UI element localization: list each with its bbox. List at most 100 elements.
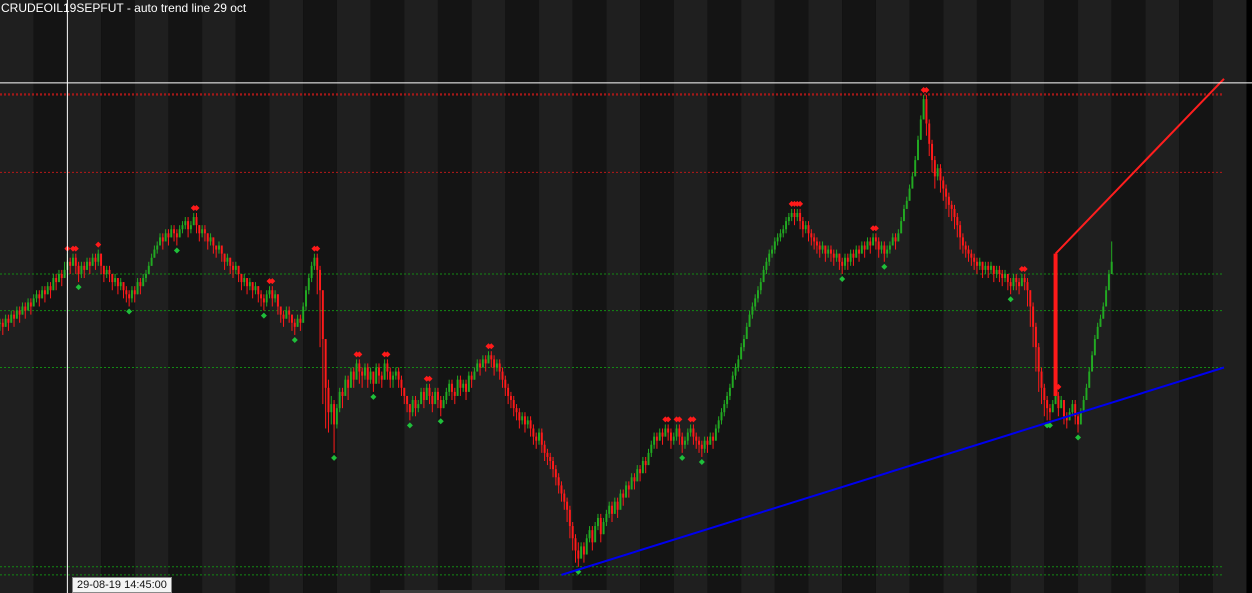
candle-up xyxy=(782,229,785,234)
candle-down xyxy=(341,391,344,396)
candle-down xyxy=(512,400,515,409)
candle-down xyxy=(992,265,995,274)
candle-up xyxy=(521,416,524,421)
session-band xyxy=(943,0,977,593)
candle-up xyxy=(737,359,740,368)
candle-up xyxy=(178,229,181,238)
candle-down xyxy=(18,310,21,315)
candle-down xyxy=(232,265,234,270)
candle-down xyxy=(1048,408,1051,413)
candle-down xyxy=(175,233,178,238)
candle-down xyxy=(262,298,265,303)
candle-down xyxy=(43,290,46,295)
candle-down xyxy=(698,440,701,445)
candle-up xyxy=(192,217,195,226)
candle-up xyxy=(650,444,653,453)
candle-down xyxy=(203,229,206,234)
candle-down xyxy=(251,282,254,291)
candle-down xyxy=(436,391,439,401)
candle-down xyxy=(102,265,105,274)
candle-down xyxy=(1015,278,1018,283)
candle-up xyxy=(613,501,616,514)
candle-up xyxy=(159,237,162,246)
price-chart[interactable] xyxy=(0,0,1252,593)
candle-up xyxy=(97,253,100,262)
candle-down xyxy=(139,282,142,287)
candle-up xyxy=(394,371,397,376)
candle-down xyxy=(529,420,532,429)
candle-down xyxy=(498,363,501,372)
candle-down xyxy=(206,233,209,242)
candle-up xyxy=(268,290,271,295)
candle-up xyxy=(686,432,689,441)
candle-up xyxy=(375,367,378,384)
session-band xyxy=(505,0,540,593)
candle-down xyxy=(223,253,226,262)
candle-down xyxy=(397,371,400,380)
candle-up xyxy=(1099,318,1102,327)
candle-down xyxy=(237,265,240,274)
candle-up xyxy=(209,237,212,242)
candle-down xyxy=(939,168,942,181)
candle-down xyxy=(403,387,406,396)
candle-up xyxy=(1004,273,1007,279)
candle-up xyxy=(1079,412,1082,425)
candle-down xyxy=(288,310,291,315)
candle-up xyxy=(473,371,476,380)
candle-down xyxy=(389,371,392,380)
candle-up xyxy=(765,261,768,270)
candle-up xyxy=(21,306,24,315)
candle-up xyxy=(526,420,529,425)
candle-up xyxy=(905,200,908,209)
candle-up xyxy=(456,379,459,396)
candle-down xyxy=(571,526,574,539)
candle-down xyxy=(793,212,796,218)
candle-down xyxy=(282,314,285,319)
candle-down xyxy=(669,432,672,441)
session-band xyxy=(0,0,34,593)
candle-down xyxy=(681,436,684,445)
candle-up xyxy=(392,375,395,380)
candle-down xyxy=(215,245,218,250)
candle-down xyxy=(970,253,973,258)
candle-down xyxy=(599,517,602,535)
candle-up xyxy=(703,440,706,449)
candle-up xyxy=(745,326,748,340)
candle-down xyxy=(88,261,91,266)
candle-up xyxy=(995,269,998,274)
candle-down xyxy=(832,253,835,258)
candle-up xyxy=(411,400,414,413)
candle-down xyxy=(240,273,243,283)
candle-down xyxy=(125,290,128,295)
candle-up xyxy=(602,522,605,535)
session-band xyxy=(134,0,169,593)
candle-up xyxy=(855,249,858,258)
candle-up xyxy=(773,241,776,250)
candle-up xyxy=(265,294,268,303)
candle-down xyxy=(333,404,336,425)
candle-up xyxy=(234,265,237,270)
candle-down xyxy=(945,188,948,197)
candle-up xyxy=(1051,404,1054,413)
candle-up xyxy=(580,546,583,559)
candle-up xyxy=(1071,404,1074,413)
candle-down xyxy=(815,241,818,246)
candle-down xyxy=(863,245,866,250)
candle-down xyxy=(470,375,473,380)
candle-down xyxy=(877,241,880,250)
chart-area[interactable]: CRUDEOIL19SEPFUT - auto trend line 29 oc… xyxy=(0,0,1252,593)
candle-down xyxy=(874,237,877,242)
candle-up xyxy=(144,273,147,279)
candle-up xyxy=(821,245,824,250)
candle-down xyxy=(1023,278,1026,283)
candle-up xyxy=(1012,278,1015,287)
candle-down xyxy=(523,416,526,425)
candle-down xyxy=(408,404,411,413)
candle-down xyxy=(883,245,886,254)
candle-down xyxy=(220,245,223,254)
candle-up xyxy=(835,253,838,258)
candle-up xyxy=(1107,273,1110,291)
candle-up xyxy=(872,237,875,246)
candle-up xyxy=(383,363,386,380)
candle-down xyxy=(799,212,802,222)
